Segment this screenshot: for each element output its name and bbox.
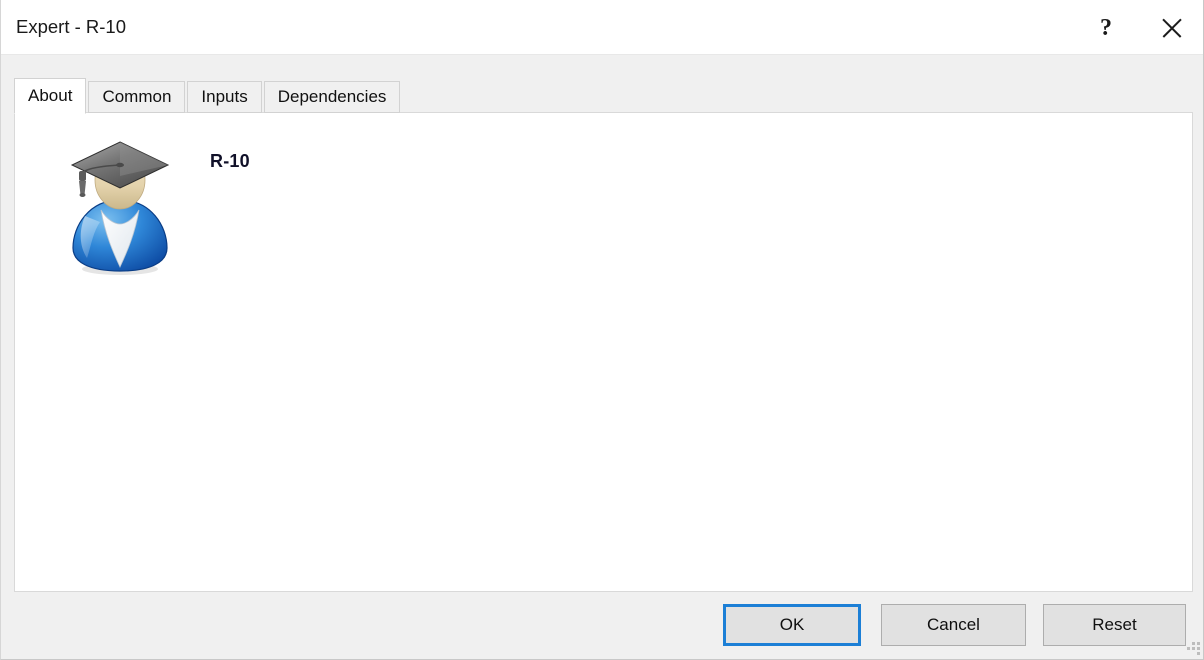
reset-button[interactable]: Reset	[1043, 604, 1186, 646]
tab-common-label: Common	[102, 87, 172, 106]
tab-strip: About Common Inputs Dependencies	[14, 78, 402, 114]
tab-dependencies[interactable]: Dependencies	[263, 81, 401, 113]
close-button[interactable]	[1139, 0, 1203, 55]
tab-about-label: About	[28, 86, 73, 105]
tab-inputs[interactable]: Inputs	[187, 81, 262, 113]
tab-about[interactable]: About	[14, 78, 87, 114]
cancel-button[interactable]: Cancel	[881, 604, 1026, 646]
window-title: Expert - R-10	[16, 16, 127, 37]
tab-inputs-label: Inputs	[201, 87, 248, 106]
caption-button-group: ?	[1073, 0, 1203, 55]
expert-graduate-avatar-icon	[67, 138, 173, 278]
ok-button[interactable]: OK	[723, 604, 861, 646]
tab-dependencies-label: Dependencies	[277, 87, 387, 106]
close-x-icon	[1161, 17, 1183, 39]
tab-common[interactable]: Common	[88, 81, 186, 113]
help-button[interactable]: ?	[1073, 0, 1139, 55]
dialog-footer: OK Cancel Reset	[1, 600, 1203, 659]
expert-properties-dialog: Expert - R-10 ? About Common Inputs Depe…	[0, 0, 1204, 660]
tab-content-about: R-10	[14, 112, 1193, 592]
title-bar: Expert - R-10 ?	[1, 0, 1203, 55]
resize-grip[interactable]	[1187, 642, 1201, 656]
about-header-row: R-10	[15, 113, 1192, 293]
product-name-label: R-10	[210, 151, 250, 171]
question-mark-icon: ?	[1100, 14, 1112, 41]
